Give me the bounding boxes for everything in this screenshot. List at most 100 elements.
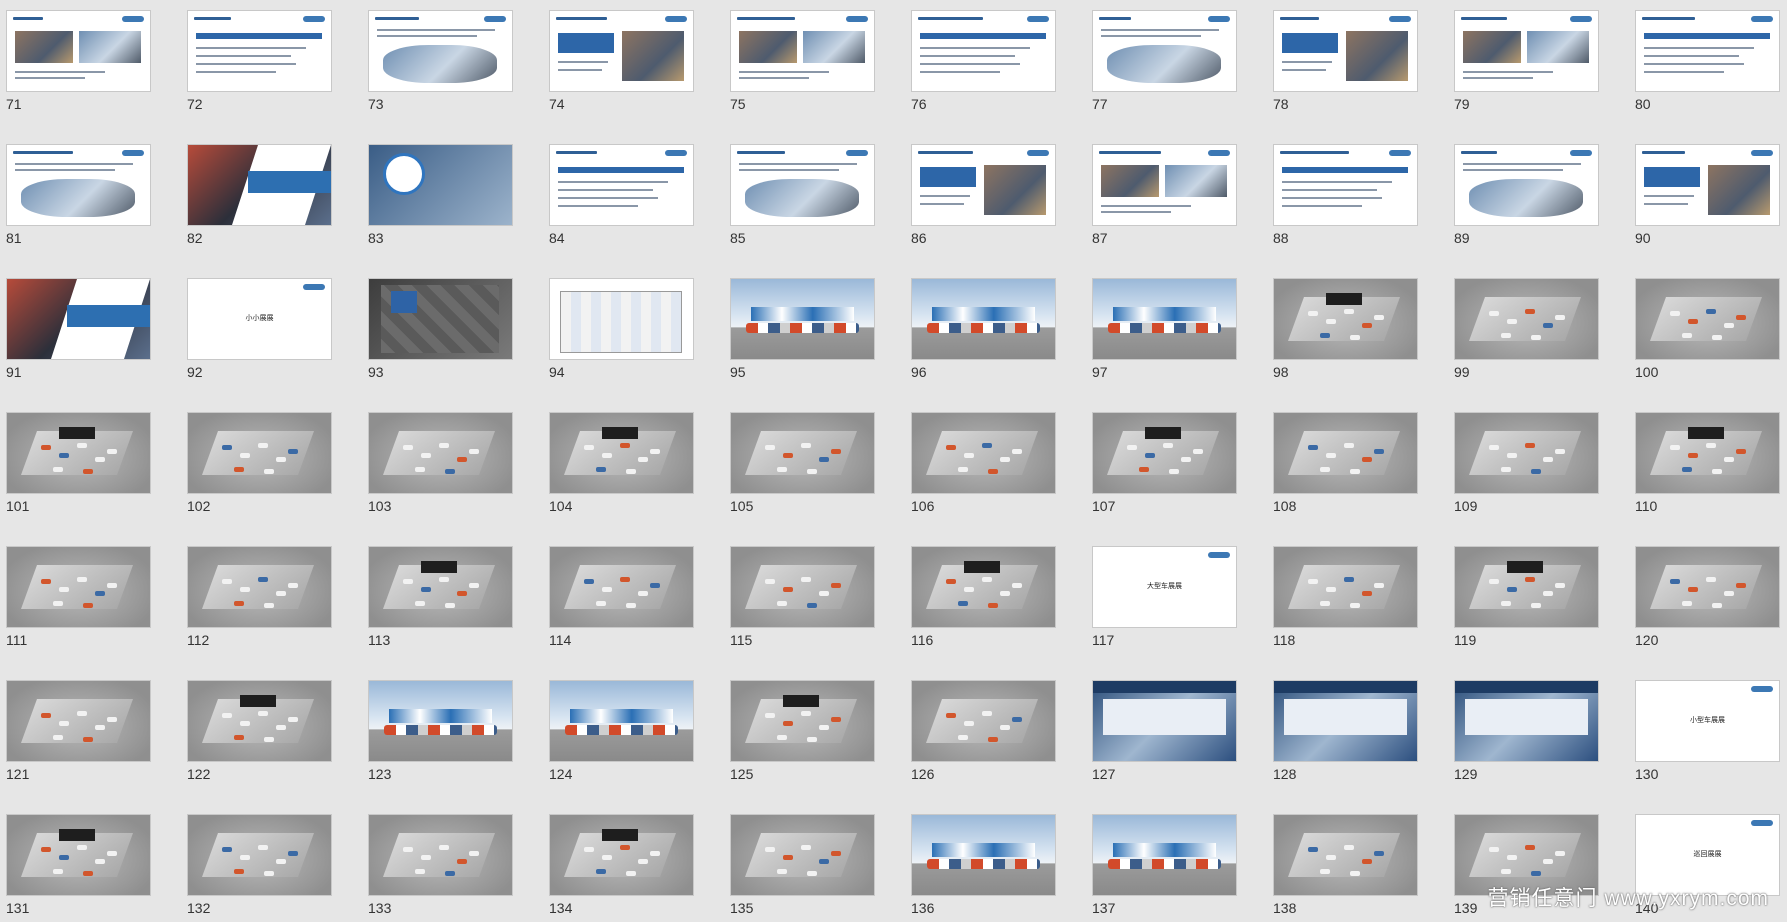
slide-thumbnail[interactable]: [1092, 412, 1237, 494]
slide-thumbnail[interactable]: [1454, 10, 1599, 92]
slide-thumbnail[interactable]: [187, 814, 332, 896]
brand-logo-icon: [665, 16, 687, 22]
car-icon: [1543, 323, 1553, 328]
slide-thumbnail[interactable]: [1635, 144, 1780, 226]
brand-logo-icon: [303, 284, 325, 290]
slide-thumbnail[interactable]: [368, 144, 513, 226]
slide-thumbnail[interactable]: [549, 278, 694, 360]
slide-thumbnail[interactable]: [1635, 278, 1780, 360]
slide-thumbnail[interactable]: [730, 278, 875, 360]
slide-thumbnail[interactable]: [6, 278, 151, 360]
slide-thumbnail[interactable]: [1092, 10, 1237, 92]
slide-thumbnail[interactable]: [1092, 814, 1237, 896]
slide-thumbnail[interactable]: [187, 680, 332, 762]
slide-thumbnail[interactable]: [6, 680, 151, 762]
slide-number: 130: [1635, 766, 1659, 782]
slide-thumbnail[interactable]: [187, 144, 332, 226]
slide-thumbnail[interactable]: [368, 278, 513, 360]
slide-thumbnail[interactable]: [6, 10, 151, 92]
car-icon: [1489, 847, 1499, 852]
slide-thumbnail[interactable]: [911, 10, 1056, 92]
car-icon: [1000, 591, 1010, 596]
slide-thumbnail[interactable]: [1273, 680, 1418, 762]
slide-thumbnail[interactable]: [187, 10, 332, 92]
slide-number: 71: [6, 96, 22, 112]
slide-thumbnail[interactable]: [1635, 546, 1780, 628]
brand-logo-icon: [122, 150, 144, 156]
slide-thumbnail[interactable]: [549, 546, 694, 628]
slide-thumbnail[interactable]: [368, 412, 513, 494]
slide-thumbnail[interactable]: [6, 412, 151, 494]
slide-thumbnail[interactable]: [549, 680, 694, 762]
slide-thumbnail[interactable]: [1454, 144, 1599, 226]
car-icon: [1543, 859, 1553, 864]
circle-emblem: [383, 153, 425, 195]
slide-thumbnail[interactable]: [6, 814, 151, 896]
slide-thumbnail[interactable]: [730, 814, 875, 896]
slide-thumbnail[interactable]: [1273, 144, 1418, 226]
title-bar: [13, 17, 43, 20]
slide-thumbnail[interactable]: [911, 546, 1056, 628]
slide-thumbnail[interactable]: [911, 814, 1056, 896]
slide-number: 96: [911, 364, 927, 380]
slide-thumbnail[interactable]: [368, 680, 513, 762]
slide-thumbnail[interactable]: [1635, 412, 1780, 494]
led-screen: [1326, 293, 1362, 305]
car-icon: [1525, 577, 1535, 582]
slide-thumbnail[interactable]: [1454, 546, 1599, 628]
slide-thumbnail[interactable]: [911, 680, 1056, 762]
slide-thumbnail[interactable]: [911, 278, 1056, 360]
slide-thumbnail[interactable]: [1635, 10, 1780, 92]
slide-thumbnail[interactable]: [187, 546, 332, 628]
slide-thumbnail[interactable]: [368, 546, 513, 628]
slide-thumbnail[interactable]: [549, 10, 694, 92]
slide-thumbnail[interactable]: [911, 144, 1056, 226]
slide-thumbnail[interactable]: [1092, 144, 1237, 226]
slide-thumbnail[interactable]: [6, 546, 151, 628]
slide-thumbnail[interactable]: [187, 412, 332, 494]
slide-thumbnail[interactable]: [1273, 546, 1418, 628]
slide-thumbnail[interactable]: [6, 144, 151, 226]
section-banner: [1644, 33, 1770, 39]
cover-title-band: [67, 305, 150, 327]
slide-thumbnail[interactable]: [730, 680, 875, 762]
car-icon: [415, 467, 425, 472]
slide-thumbnail[interactable]: [368, 10, 513, 92]
slide-number: 129: [1454, 766, 1478, 782]
slide-thumbnail[interactable]: 小小展展: [187, 278, 332, 360]
slide-thumbnail[interactable]: [730, 412, 875, 494]
slide-thumbnail[interactable]: [730, 546, 875, 628]
slide-thumbnail[interactable]: [549, 814, 694, 896]
slide-thumbnail[interactable]: [1454, 278, 1599, 360]
slide-thumbnail[interactable]: [549, 412, 694, 494]
slide-thumbnail[interactable]: [1092, 278, 1237, 360]
car-icon: [421, 855, 431, 860]
car-icon: [638, 591, 648, 596]
section-banner: [196, 33, 322, 39]
slide-thumbnail[interactable]: [1273, 412, 1418, 494]
slide-thumbnail[interactable]: [1454, 680, 1599, 762]
car-icon: [1682, 601, 1692, 606]
text-line: [1282, 181, 1392, 183]
slide-thumbnail[interactable]: 小型车展展: [1635, 680, 1780, 762]
slide-thumbnail[interactable]: [1273, 10, 1418, 92]
car-icon: [1712, 335, 1722, 340]
slide-thumbnail[interactable]: [911, 412, 1056, 494]
car-icon: [1543, 457, 1553, 462]
slide-thumbnail[interactable]: [1454, 412, 1599, 494]
slide-thumbnail[interactable]: [1273, 278, 1418, 360]
slide-thumbnail[interactable]: [549, 144, 694, 226]
slide-thumbnail[interactable]: [1273, 814, 1418, 896]
car-icon: [264, 469, 274, 474]
slide-thumbnail[interactable]: [730, 10, 875, 92]
slide-thumbnail[interactable]: [730, 144, 875, 226]
car-icon: [982, 711, 992, 716]
slide-thumbnail[interactable]: 大型车展展: [1092, 546, 1237, 628]
car-icon: [1706, 443, 1716, 448]
car-icon: [982, 577, 992, 582]
slide-thumbnail[interactable]: [368, 814, 513, 896]
photo-thumbnail: [1708, 165, 1770, 215]
slide-thumbnail[interactable]: [1092, 680, 1237, 762]
car-icon: [819, 591, 829, 596]
car-icon: [1012, 449, 1022, 454]
